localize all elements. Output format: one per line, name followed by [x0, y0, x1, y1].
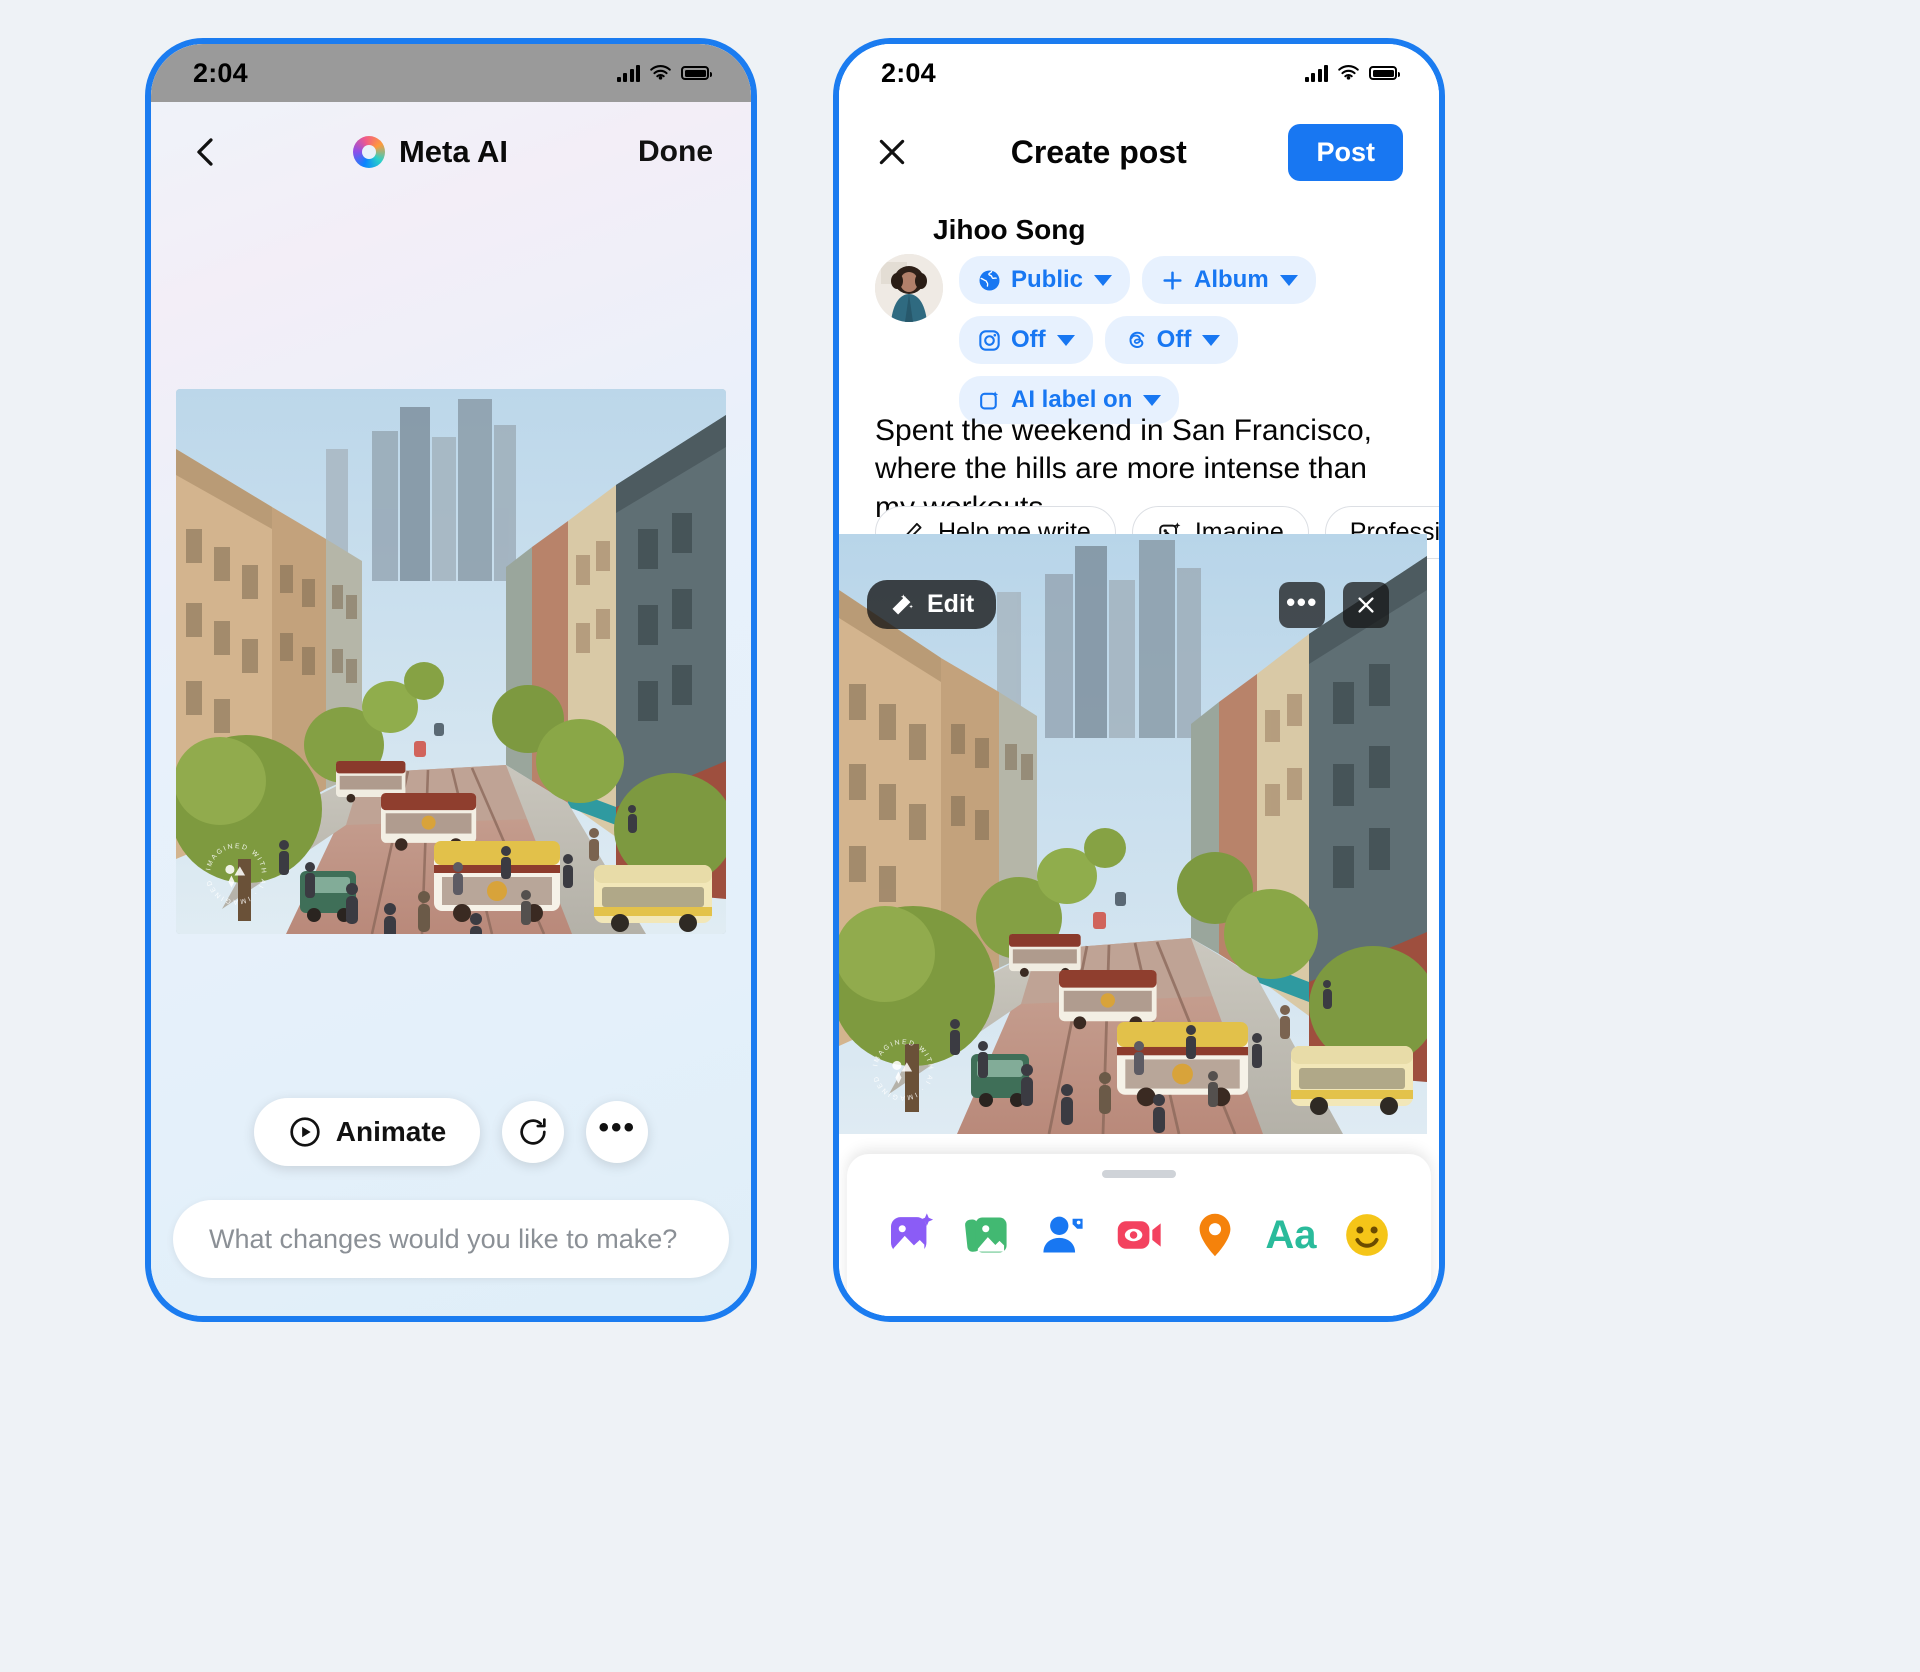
create-post-screen: 2:04 Create post Post Jihoo Song Public … — [839, 44, 1439, 1316]
meta-ai-title-group: Meta AI — [223, 134, 638, 170]
done-button[interactable]: Done — [638, 135, 713, 169]
threads-icon — [1129, 331, 1144, 348]
create-post-navbar: Create post Post — [839, 102, 1439, 202]
chip-public[interactable]: Public — [959, 256, 1131, 304]
battery-icon — [681, 66, 712, 80]
edit-image-button[interactable]: Edit — [867, 580, 997, 629]
image-more-button[interactable]: ••• — [1279, 582, 1325, 628]
phone-meta-ai: 2:04 Meta AI Done IMAGINED WITH AI · IMA… — [145, 38, 757, 1322]
ai-sparkle-icon: IMAGINED WITH AI · IMAGINED WITH AI · — [865, 1032, 932, 1101]
composer-bottom-sheet: Aa — [847, 1154, 1431, 1316]
phone-create-post: 2:04 Create post Post Jihoo Song Public … — [833, 38, 1445, 1322]
status-icons — [616, 64, 712, 82]
chip-label: Off — [1156, 326, 1192, 353]
ai-sparkle-icon: IMAGINED WITH AI · IMAGINED WITH AI · — [198, 836, 265, 905]
regenerate-button[interactable] — [502, 1101, 565, 1163]
status-bar-left: 2:04 — [151, 44, 751, 102]
status-time: 2:04 — [193, 57, 248, 88]
text-aa-icon: Aa — [1265, 1213, 1317, 1257]
chevron-down-icon — [1279, 274, 1298, 286]
image-remove-button[interactable] — [1343, 582, 1389, 628]
chip-instagram[interactable]: Off — [959, 316, 1093, 364]
meta-ai-navbar: Meta AI Done — [151, 102, 751, 202]
animate-label: Animate — [335, 1116, 447, 1147]
animate-button[interactable]: Animate — [253, 1098, 481, 1166]
post-button[interactable]: Post — [1288, 123, 1403, 181]
attached-image[interactable]: Edit ••• IMAGINED WITH AI · IMAGINED WIT… — [839, 534, 1427, 1134]
user-avatar — [875, 254, 943, 322]
cellular-bars-icon — [1304, 64, 1328, 82]
close-x-icon — [1358, 597, 1374, 613]
author-name: Jihoo Song — [933, 214, 1086, 245]
more-dots-icon: ••• — [598, 1111, 636, 1144]
image-action-controls: Animate ••• — [151, 1098, 751, 1166]
chip-label: Off — [1011, 326, 1046, 353]
status-bar-right: 2:04 — [839, 44, 1439, 102]
status-icons — [1304, 64, 1400, 82]
chip-label: AI label on — [1011, 386, 1133, 413]
ai-image-tool[interactable] — [882, 1206, 940, 1264]
plus-icon — [1163, 270, 1182, 290]
photos-icon — [965, 1217, 1007, 1253]
live-video-tool[interactable] — [1110, 1206, 1168, 1264]
battery-icon — [1369, 66, 1400, 80]
chevron-left-icon[interactable] — [189, 135, 223, 169]
chevron-down-icon — [1094, 274, 1113, 286]
refresh-icon — [520, 1118, 546, 1145]
composer-tool-row: Aa — [847, 1206, 1431, 1264]
chip-label: Public — [1011, 266, 1084, 293]
drag-handle-icon[interactable] — [1102, 1170, 1176, 1178]
wifi-icon — [650, 64, 671, 80]
cellular-bars-icon — [616, 64, 640, 82]
play-circle-icon — [290, 1117, 320, 1147]
chip-album[interactable]: Album — [1142, 256, 1316, 304]
page-title: Meta AI — [398, 134, 509, 169]
prompt-input-bar[interactable] — [173, 1200, 729, 1278]
emoji-icon — [1346, 1214, 1388, 1256]
text-style-tool[interactable]: Aa — [1262, 1206, 1320, 1264]
author-block: Jihoo Song Public Album Off Off AI label… — [875, 214, 1417, 424]
chevron-down-icon — [1056, 334, 1075, 346]
page-title: Create post — [1010, 133, 1187, 170]
meta-ai-ring-icon — [352, 136, 385, 168]
chip-label: Album — [1194, 266, 1269, 293]
wifi-icon — [1338, 64, 1359, 80]
feeling-tool[interactable] — [1338, 1206, 1396, 1264]
chevron-down-icon — [1143, 394, 1162, 406]
tag-people-tool[interactable] — [1034, 1206, 1092, 1264]
edit-label: Edit — [927, 590, 975, 618]
ai-label-icon — [980, 390, 999, 409]
status-time: 2:04 — [881, 57, 936, 88]
location-pin-icon — [1199, 1213, 1231, 1257]
more-options-button[interactable]: ••• — [586, 1101, 649, 1163]
location-tool[interactable] — [1186, 1206, 1244, 1264]
ai-image-icon — [891, 1213, 934, 1253]
globe-icon — [979, 270, 1000, 290]
prompt-input[interactable] — [207, 1222, 695, 1256]
author-row: Public Album Off Off AI label on — [875, 254, 1417, 424]
chip-threads[interactable]: Off — [1104, 316, 1239, 364]
magic-wand-icon — [892, 593, 914, 615]
meta-ai-screen: 2:04 Meta AI Done IMAGINED WITH AI · IMA… — [151, 44, 751, 1316]
instagram-icon — [979, 329, 1000, 351]
chevron-down-icon — [1202, 334, 1221, 346]
live-video-icon — [1117, 1221, 1161, 1249]
generated-image-left[interactable]: IMAGINED WITH AI · IMAGINED WITH AI · — [176, 389, 726, 934]
more-dots-icon: ••• — [1286, 586, 1318, 617]
photo-tool[interactable] — [958, 1206, 1016, 1264]
avatar[interactable] — [875, 254, 943, 322]
tag-person-icon — [1043, 1216, 1083, 1253]
audience-chip-row: Public Album Off Off AI label on — [959, 254, 1417, 424]
close-x-icon[interactable] — [875, 135, 909, 169]
screenshot-stage: 2:04 Meta AI Done IMAGINED WITH AI · IMA… — [0, 0, 1920, 1672]
